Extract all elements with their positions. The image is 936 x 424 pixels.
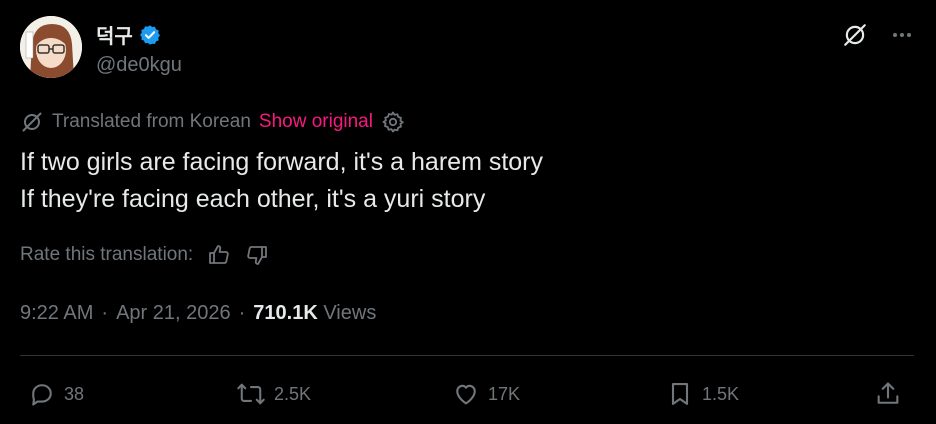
- reply-button[interactable]: 38: [28, 380, 84, 408]
- translation-label: Translated from Korean: [52, 111, 251, 132]
- views-label: Views: [323, 302, 377, 324]
- bookmark-button[interactable]: 1.5K: [666, 380, 739, 408]
- like-icon: [452, 380, 480, 408]
- bookmark-count: 1.5K: [702, 383, 740, 404]
- meta-separator: ·: [101, 302, 109, 324]
- like-count: 17K: [488, 383, 521, 404]
- repost-count: 2.5K: [274, 383, 312, 404]
- grok-icon[interactable]: [842, 22, 868, 48]
- meta-separator: ·: [238, 302, 246, 324]
- reply-icon: [28, 380, 56, 408]
- tweet-text-line: If they're facing each other, it's a yur…: [20, 185, 486, 213]
- author-handle[interactable]: @de0kgu: [96, 54, 182, 77]
- thumbs-down-icon[interactable]: [245, 243, 269, 267]
- tweet-text-line: If two girls are facing forward, it's a …: [20, 148, 544, 176]
- bookmark-icon: [666, 380, 694, 408]
- reply-count: 38: [64, 383, 85, 404]
- author-display-name-row[interactable]: 덕구: [96, 20, 161, 49]
- divider: [20, 355, 914, 356]
- avatar[interactable]: [20, 16, 82, 78]
- show-original-link[interactable]: Show original: [259, 111, 373, 133]
- translate-icon: [20, 110, 44, 134]
- avatar-illustration: [20, 16, 82, 78]
- translation-row: Translated from Korean Show original: [20, 110, 405, 134]
- rate-translation-row: Rate this translation:: [20, 243, 269, 267]
- verified-badge-icon: [139, 24, 161, 46]
- share-button[interactable]: [874, 380, 902, 408]
- like-button[interactable]: 17K: [452, 380, 520, 408]
- more-icon[interactable]: [890, 23, 914, 47]
- rate-translation-label: Rate this translation:: [20, 244, 194, 265]
- repost-button[interactable]: 2.5K: [236, 380, 311, 408]
- tweet-time[interactable]: 9:22 AM: [20, 302, 93, 325]
- thumbs-up-icon[interactable]: [207, 243, 231, 267]
- tweet-text: If two girls are facing forward, it's a …: [20, 144, 543, 218]
- views-count: 710.1K: [253, 302, 318, 324]
- author-display-name[interactable]: 덕구: [96, 20, 133, 49]
- tweet-header-actions: [842, 22, 914, 48]
- gear-icon[interactable]: [381, 110, 405, 134]
- tweet-date[interactable]: Apr 21, 2026: [116, 302, 231, 325]
- repost-icon: [236, 380, 266, 408]
- tweet-meta: 9:22 AM · Apr 21, 2026 · 710.1K Views: [20, 302, 376, 325]
- share-icon: [874, 380, 902, 408]
